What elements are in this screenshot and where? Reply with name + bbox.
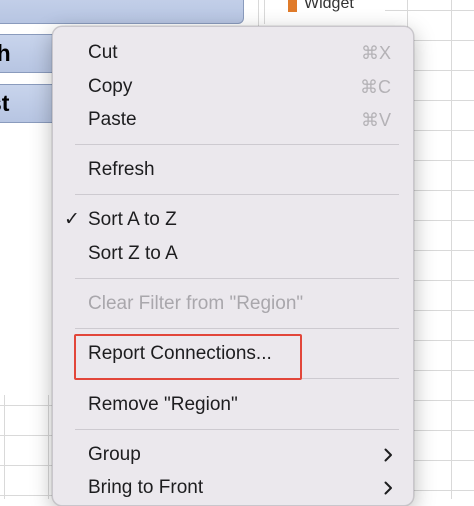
chart-legend: Widget (264, 0, 385, 24)
menu-item-label: Clear Filter from "Region" (88, 293, 304, 314)
menu-separator (75, 194, 399, 195)
menu-item-cut[interactable]: Cut ⌘X (53, 38, 413, 68)
slicer-button-top[interactable]: t (0, 0, 244, 24)
chevron-right-icon (384, 481, 392, 495)
legend-label: Widget (304, 0, 354, 12)
menu-item-sort-a-to-z[interactable]: ✓ Sort A to Z (53, 205, 413, 235)
shortcut-label: ⌘C (360, 77, 391, 97)
menu-item-label: Refresh (88, 159, 155, 180)
menu-item-label: Report Connections... (88, 343, 272, 364)
menu-item-label: Paste (88, 109, 137, 130)
context-menu: Cut ⌘X Copy ⌘C Paste ⌘V Refresh ✓ Sort A… (52, 26, 414, 506)
menu-separator (75, 144, 399, 145)
menu-separator (75, 328, 399, 329)
menu-item-remove-region[interactable]: Remove "Region" (53, 390, 413, 420)
shortcut-label: ⌘X (360, 43, 391, 63)
menu-separator (75, 429, 399, 430)
menu-separator (75, 278, 399, 279)
menu-item-refresh[interactable]: Refresh (53, 155, 413, 185)
checkmark-icon: ✓ (64, 209, 80, 230)
menu-item-sort-z-to-a[interactable]: Sort Z to A (53, 239, 413, 269)
menu-item-label: Sort A to Z (88, 209, 177, 230)
menu-item-label: Cut (88, 42, 118, 63)
menu-item-label: Copy (88, 76, 133, 97)
chevron-right-icon (384, 448, 392, 462)
shortcut-label: ⌘V (360, 110, 391, 130)
menu-item-copy[interactable]: Copy ⌘C (53, 72, 413, 102)
slicer-button-label: st (0, 90, 10, 116)
menu-item-report-connections[interactable]: Report Connections... (53, 339, 413, 369)
cell-grid-left[interactable] (0, 395, 60, 499)
menu-item-paste[interactable]: Paste ⌘V (53, 105, 413, 135)
menu-item-label: Sort Z to A (88, 243, 178, 264)
menu-item-label: Group (88, 444, 141, 465)
slicer-button-label: th (0, 40, 11, 66)
menu-separator (75, 378, 399, 379)
menu-item-clear-filter: Clear Filter from "Region" (53, 289, 413, 319)
legend-swatch (288, 0, 297, 12)
menu-item-label: Remove "Region" (88, 394, 238, 415)
menu-item-group[interactable]: Group (53, 440, 413, 470)
